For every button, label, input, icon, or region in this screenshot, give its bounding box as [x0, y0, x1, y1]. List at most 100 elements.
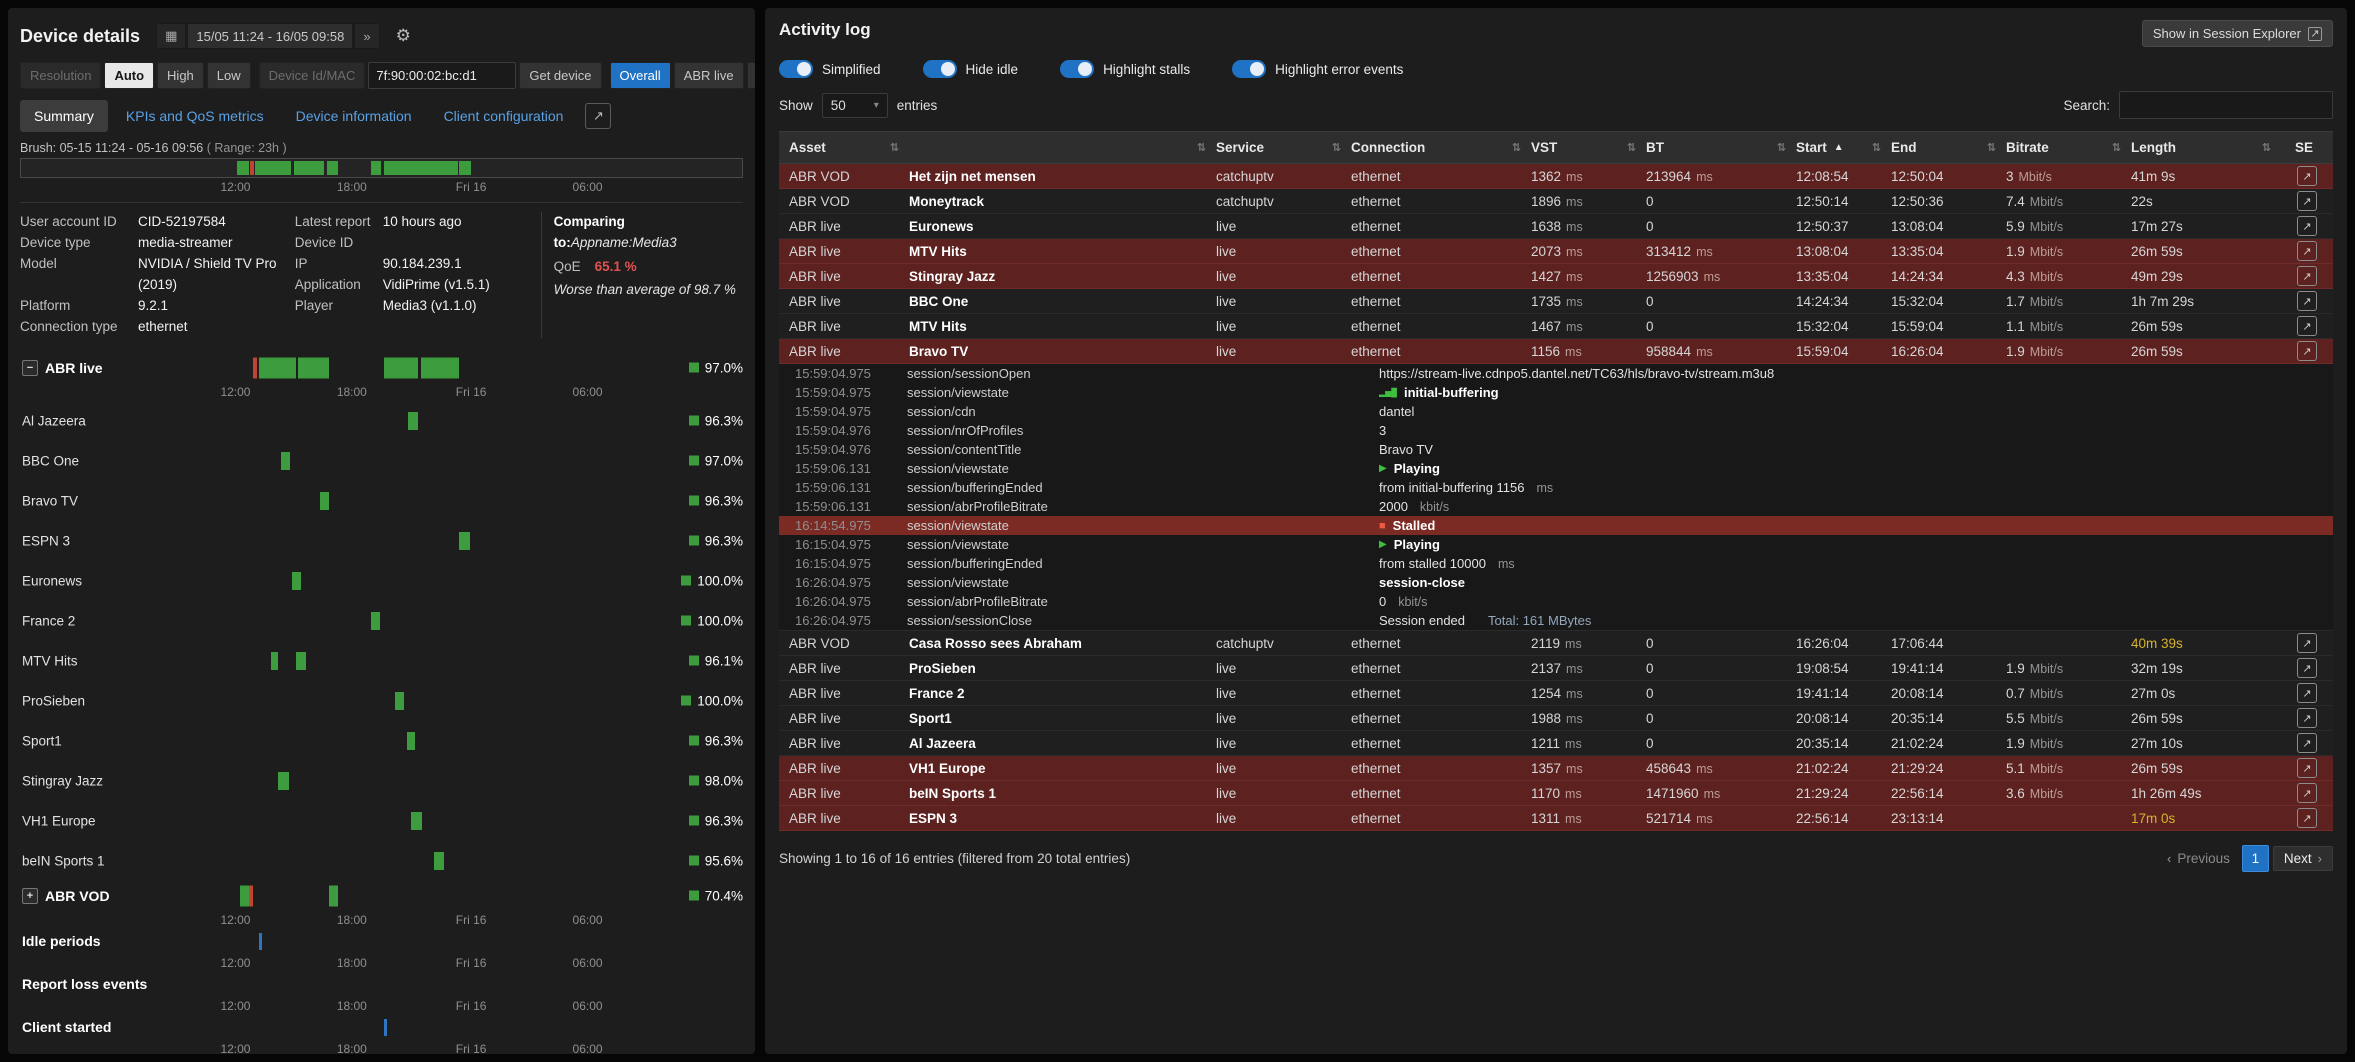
vst-cell: 1896ms	[1531, 194, 1646, 209]
chart-row-idle-periods[interactable]: Idle periods	[20, 929, 743, 954]
resolution-high-button[interactable]: High	[157, 62, 204, 89]
column-header-bitrate[interactable]: Bitrate⇅	[2006, 140, 2131, 155]
tab-kpis-and-qos-metrics[interactable]: KPIs and QoS metrics	[112, 100, 278, 132]
column-header-service[interactable]: Service⇅	[1216, 140, 1351, 155]
column-header-connection[interactable]: Connection⇅	[1351, 140, 1531, 155]
sort-icon[interactable]: ⇅	[890, 141, 903, 154]
sort-icon[interactable]: ⇅	[1332, 141, 1345, 154]
open-in-session-explorer-button[interactable]: ↗	[2297, 216, 2317, 236]
chart-row-abr-vod[interactable]: +ABR VOD70.4%	[20, 881, 743, 911]
open-in-session-explorer-button[interactable]: ↗	[2297, 191, 2317, 211]
skip-to-latest-icon[interactable]: »	[354, 23, 379, 49]
chart-row-report-loss-events[interactable]: Report loss events	[20, 972, 743, 997]
chart-row-client-started[interactable]: Client started	[20, 1015, 743, 1040]
column-header-vst[interactable]: VST⇅	[1531, 140, 1646, 155]
tab-device-information[interactable]: Device information	[282, 100, 426, 132]
table-row[interactable]: ABR liveMTV Hitsliveethernet1467ms015:32…	[779, 314, 2333, 339]
sort-icon[interactable]: ⇅	[1197, 141, 1210, 154]
filter-abr-live-button[interactable]: ABR live	[674, 62, 744, 89]
open-in-session-explorer-button[interactable]: ↗	[2297, 708, 2317, 728]
activity-table: Asset⇅⇅Service⇅Connection⇅VST⇅BT⇅Start▲⇅…	[779, 131, 2333, 831]
resolution-low-button[interactable]: Low	[207, 62, 251, 89]
table-row[interactable]: ABR liveBravo TVliveethernet1156ms958844…	[779, 339, 2333, 364]
device-id-input[interactable]	[368, 62, 516, 89]
previous-page-button[interactable]: ‹Previous	[2159, 847, 2238, 870]
search-input[interactable]	[2119, 91, 2333, 119]
toggle-switch[interactable]	[1060, 60, 1094, 78]
date-range-value[interactable]: 15/05 11:24 - 16/05 09:58	[187, 23, 353, 49]
open-in-session-explorer-button[interactable]: ↗	[2297, 291, 2317, 311]
expand-panel-icon[interactable]: ↗	[585, 103, 611, 129]
column-header-start[interactable]: Start▲⇅	[1796, 140, 1891, 155]
sort-icon[interactable]: ⇅	[1777, 141, 1790, 154]
open-in-session-explorer-button[interactable]: ↗	[2297, 633, 2317, 653]
open-in-session-explorer-button[interactable]: ↗	[2297, 266, 2317, 286]
sort-icon[interactable]: ⇅	[1872, 141, 1885, 154]
toggle-hide-idle[interactable]: Hide idle	[923, 60, 1019, 78]
date-range-picker[interactable]: ▦ 15/05 11:24 - 16/05 09:58 »	[156, 23, 379, 49]
table-row[interactable]: ABR liveProSiebenliveethernet2137ms019:0…	[779, 656, 2333, 681]
toggle-switch[interactable]	[779, 60, 813, 78]
show-in-session-explorer-button[interactable]: Show in Session Explorer ↗	[2142, 20, 2333, 47]
open-in-session-explorer-button[interactable]: ↗	[2297, 783, 2317, 803]
table-row[interactable]: ABR liveBBC Oneliveethernet1735ms014:24:…	[779, 289, 2333, 314]
sort-icon[interactable]: ⇅	[1627, 141, 1640, 154]
open-in-session-explorer-button[interactable]: ↗	[2297, 808, 2317, 828]
column-header-bt[interactable]: BT⇅	[1646, 140, 1796, 155]
tab-client-configuration[interactable]: Client configuration	[430, 100, 578, 132]
open-in-session-explorer-button[interactable]: ↗	[2297, 341, 2317, 361]
filter-abr-vod-button[interactable]: ABR VOD	[747, 62, 755, 89]
bt-value: 0	[1646, 294, 1654, 309]
open-in-session-explorer-button[interactable]: ↗	[2297, 733, 2317, 753]
table-row[interactable]: ABR liveESPN 3liveethernet1311ms521714ms…	[779, 806, 2333, 831]
calendar-icon[interactable]: ▦	[156, 23, 186, 49]
table-row[interactable]: ABR liveAl Jazeeraliveethernet1211ms020:…	[779, 731, 2333, 756]
open-in-session-explorer-button[interactable]: ↗	[2297, 658, 2317, 678]
open-in-session-explorer-button[interactable]: ↗	[2297, 758, 2317, 778]
table-row[interactable]: ABR liveFrance 2liveethernet1254ms019:41…	[779, 681, 2333, 706]
sort-icon[interactable]: ⇅	[1987, 141, 2000, 154]
open-in-session-explorer-button[interactable]: ↗	[2297, 166, 2317, 186]
sort-icon[interactable]: ⇅	[1512, 141, 1525, 154]
toggle-highlight-error-events[interactable]: Highlight error events	[1232, 60, 1403, 78]
column-header-asset[interactable]: Asset⇅	[779, 140, 909, 155]
table-row[interactable]: ABR livebeIN Sports 1liveethernet1170ms1…	[779, 781, 2333, 806]
toggle-switch[interactable]	[923, 60, 957, 78]
column-header-length[interactable]: Length⇅	[2131, 140, 2281, 155]
page-1-button[interactable]: 1	[2242, 845, 2269, 872]
table-row[interactable]: ABR liveStingray Jazzliveethernet1427ms1…	[779, 264, 2333, 289]
column-header-se[interactable]: SE	[2281, 140, 2333, 155]
table-row[interactable]: ABR liveMTV Hitsliveethernet2073ms313412…	[779, 239, 2333, 264]
table-row[interactable]: ABR liveVH1 Europeliveethernet1357ms4586…	[779, 756, 2333, 781]
get-device-button[interactable]: Get device	[519, 62, 601, 89]
table-row[interactable]: ABR liveEuronewsliveethernet1638ms012:50…	[779, 214, 2333, 239]
entries-count-select[interactable]: 50 ▾	[822, 93, 888, 118]
toggle-simplified[interactable]: Simplified	[779, 60, 881, 78]
sort-icon[interactable]: ⇅	[2112, 141, 2125, 154]
se-cell: ↗	[2281, 166, 2333, 186]
open-in-session-explorer-button[interactable]: ↗	[2297, 683, 2317, 703]
sort-icon[interactable]: ⇅	[2262, 141, 2275, 154]
log-value-text: Session ended	[1379, 613, 1465, 628]
open-in-session-explorer-button[interactable]: ↗	[2297, 241, 2317, 261]
filter-overall-button[interactable]: Overall	[610, 62, 671, 89]
resolution-auto-button[interactable]: Auto	[104, 62, 154, 89]
log-value: from initial-buffering 1156ms	[1379, 480, 2333, 495]
table-row[interactable]: ABR VODCasa Rosso sees Abrahamcatchuptve…	[779, 631, 2333, 656]
table-row[interactable]: ABR VODHet zijn net mensencatchuptvether…	[779, 164, 2333, 189]
toggle-switch[interactable]	[1232, 60, 1266, 78]
toggle-highlight-stalls[interactable]: Highlight stalls	[1060, 60, 1190, 78]
table-row[interactable]: ABR VODMoneytrackcatchuptvethernet1896ms…	[779, 189, 2333, 214]
scope-filter-group: Overall ABR live ABR VOD	[610, 62, 755, 89]
settings-gear-icon[interactable]: ⚙	[396, 26, 411, 46]
next-page-button[interactable]: Next›	[2273, 846, 2333, 871]
column-header-asset-name[interactable]: ⇅	[909, 141, 1216, 154]
tab-summary[interactable]: Summary	[20, 100, 108, 132]
column-header-end[interactable]: End⇅	[1891, 140, 2006, 155]
expand-icon[interactable]: +	[22, 888, 38, 904]
brush-timeline[interactable]	[20, 158, 743, 178]
open-in-session-explorer-button[interactable]: ↗	[2297, 316, 2317, 336]
chart-row-abr-live[interactable]: −ABR live97.0%	[20, 353, 743, 383]
table-row[interactable]: ABR liveSport1liveethernet1988ms020:08:1…	[779, 706, 2333, 731]
collapse-icon[interactable]: −	[22, 360, 38, 376]
